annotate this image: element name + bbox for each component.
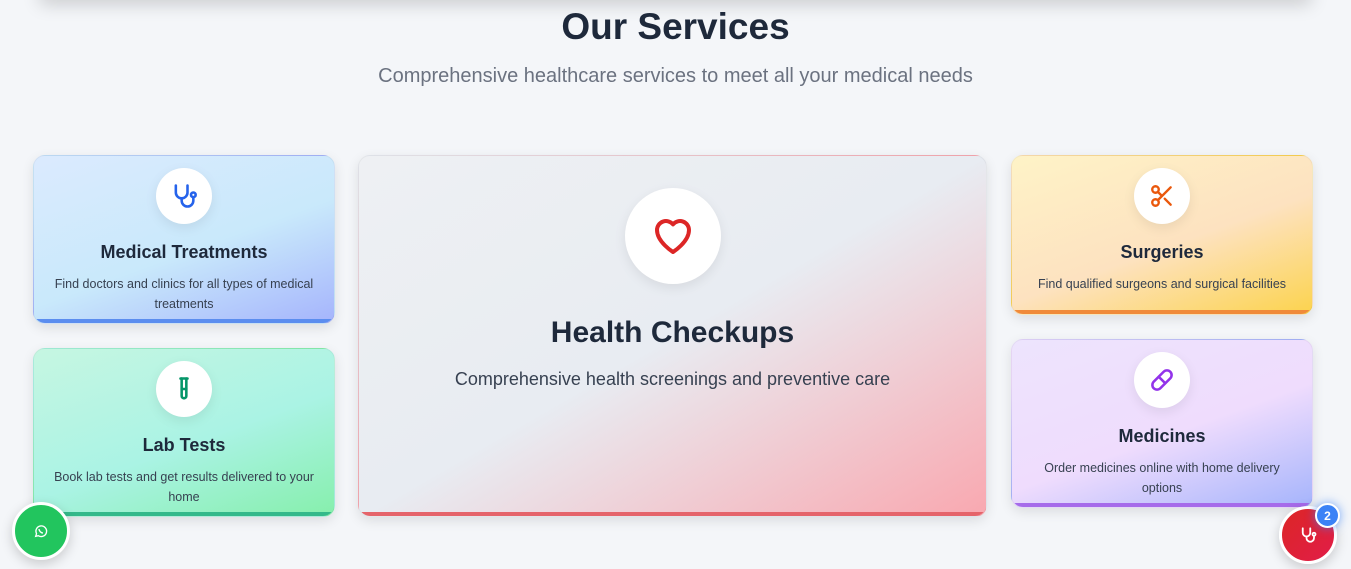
- service-title: Lab Tests: [142, 435, 226, 455]
- service-title: Medical Treatments: [100, 242, 268, 262]
- card-accent-bar: [34, 319, 334, 323]
- service-title: Medicines: [1118, 426, 1206, 446]
- pill-icon: [1134, 352, 1190, 408]
- service-card-health-checkups[interactable]: Health Checkups Comprehensive health scr…: [358, 155, 987, 517]
- service-card-lab-tests[interactable]: Lab Tests Book lab tests and get results…: [33, 348, 335, 517]
- service-card-medical-treatments[interactable]: Medical Treatments Find doctors and clin…: [33, 155, 335, 324]
- card-accent-bar: [1012, 310, 1312, 314]
- card-accent-bar: [34, 512, 334, 516]
- heart-icon: [624, 188, 721, 284]
- service-title: Health Checkups: [550, 316, 795, 349]
- service-description: Book lab tests and get results delivered…: [54, 470, 314, 504]
- card-accent-bar: [1012, 503, 1312, 507]
- section-subtitle: Comprehensive healthcare services to mee…: [378, 65, 973, 87]
- card-accent-bar: [359, 512, 986, 516]
- whatsapp-icon: [34, 525, 48, 538]
- notification-badge: 2: [1315, 503, 1340, 528]
- service-card-medicines[interactable]: Medicines Order medicines online with ho…: [1011, 339, 1313, 508]
- service-description: Order medicines online with home deliver…: [1044, 461, 1280, 495]
- service-description: Find qualified surgeons and surgical fac…: [1037, 277, 1287, 291]
- scissors-icon: [1134, 168, 1190, 224]
- service-title: Surgeries: [1120, 242, 1204, 262]
- stethoscope-icon: [1301, 527, 1317, 543]
- stethoscope-icon: [156, 168, 212, 224]
- test-tube-icon: [156, 361, 212, 417]
- service-description: Find doctors and clinics for all types o…: [54, 277, 314, 311]
- section-title: Our Services: [561, 6, 790, 47]
- service-description: Comprehensive health screenings and prev…: [454, 369, 891, 389]
- whatsapp-button[interactable]: [12, 502, 70, 560]
- service-card-surgeries[interactable]: Surgeries Find qualified surgeons and su…: [1011, 155, 1313, 315]
